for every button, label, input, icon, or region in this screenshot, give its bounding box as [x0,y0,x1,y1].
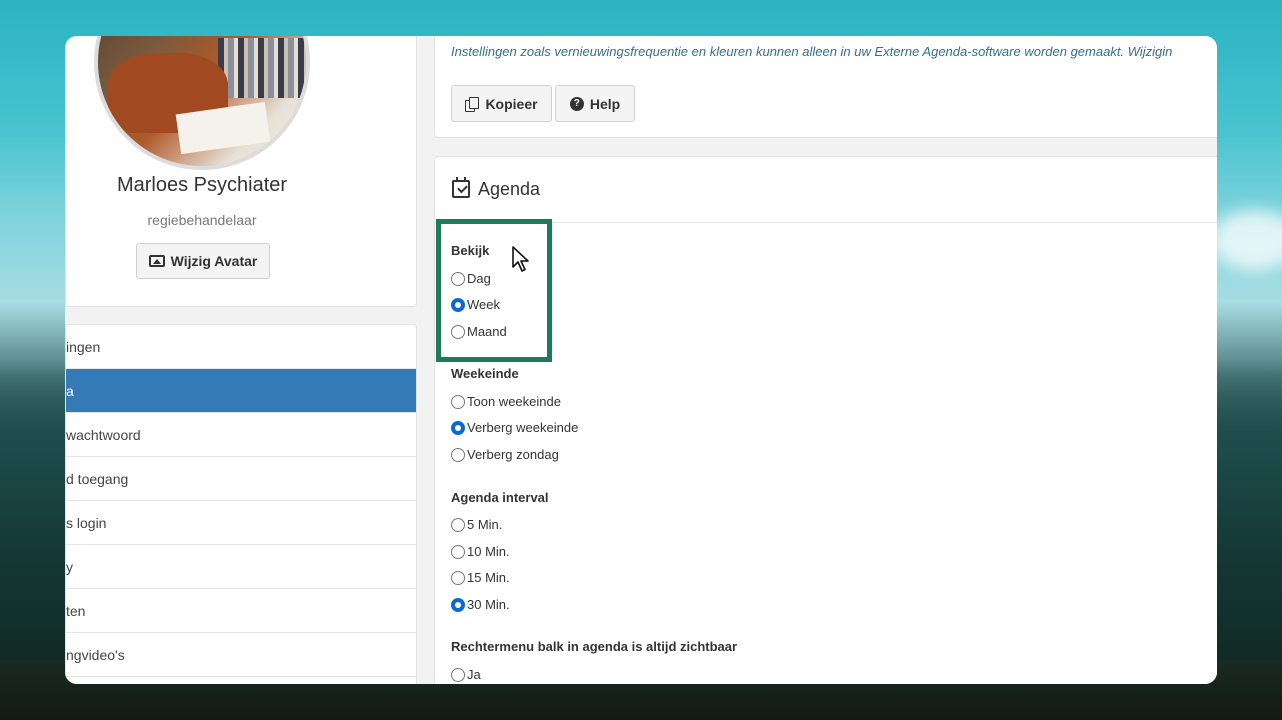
radio-show-weekend[interactable]: Toon weekeinde [451,394,561,409]
external-agenda-panel: Instellingen zoals vernieuwingsfrequenti… [434,36,1217,138]
radio-button[interactable] [451,667,465,682]
radio-label: Dag [467,271,491,286]
radio-view-week[interactable]: Week [451,297,500,312]
nav-item-label: y [66,558,73,575]
interval-group-label: Agenda interval [451,490,549,505]
calendar-check-icon [452,176,470,198]
radio-button[interactable] [451,297,465,312]
radio-button[interactable] [451,517,465,532]
copy-icon [465,96,480,112]
avatar [94,36,310,170]
profile-role: regiebehandelaar [147,212,257,228]
info-text: Instellingen zoals vernieuwingsfrequenti… [451,44,1173,59]
radio-view-day[interactable]: Dag [451,271,491,286]
nav-item-label: ten [66,602,86,619]
nav-item-6[interactable]: ten [66,589,416,633]
nav-item-0[interactable]: ingen [66,325,416,369]
radio-label: 10 Min. [467,544,510,559]
radio-button[interactable] [451,324,465,339]
right-menu-group-label: Rechtermenu balk in agenda is altijd zic… [451,639,738,654]
weekend-group-label: Weekeinde [451,366,519,381]
nav-item-label: ngvideo's [66,646,125,663]
radio-label: Ja [467,667,481,682]
radio-interval-5[interactable]: 5 Min. [451,517,502,532]
radio-button[interactable] [451,544,465,559]
nav-item-login[interactable]: s login [66,501,416,545]
nav-item-access[interactable]: d toegang [66,457,416,501]
radio-button[interactable] [451,420,465,435]
radio-button[interactable] [451,447,465,462]
radio-hide-sunday[interactable]: Verberg zondag [451,447,559,462]
question-circle-icon: ? [569,96,584,111]
radio-interval-10[interactable]: 10 Min. [451,544,510,559]
copy-button[interactable]: Kopieer [451,85,552,122]
nav-item-label: wachtwoord [66,426,141,443]
profile-panel: Marloes Psychiater regiebehandelaar Wijz… [65,36,417,307]
app-window: Marloes Psychiater regiebehandelaar Wijz… [65,36,1217,684]
agenda-title: Agenda [478,179,541,199]
nav-item-label: s login [66,514,107,531]
nav-item-password[interactable]: wachtwoord [66,413,416,457]
nav-item-agenda[interactable]: a [66,369,416,413]
radio-label: Week [467,297,500,312]
background-cloud [1210,210,1282,270]
agenda-settings-panel: Agenda Bekijk Dag Week Maand Weekeinde T… [434,156,1217,684]
change-avatar-button[interactable]: Wijzig Avatar [136,243,270,279]
image-icon [148,255,165,267]
nav-item-label: a [66,382,74,399]
nav-item-label: d toegang [66,470,129,487]
settings-nav: ingen a wachtwoord d toegang s login y t… [65,324,417,684]
agenda-header: Agenda [435,157,1217,223]
radio-label: 30 Min. [467,597,510,612]
nav-item-videos[interactable]: ngvideo's [66,633,416,677]
profile-name: Marloes Psychiater [116,174,288,196]
radio-label: 15 Min. [467,570,510,585]
mouse-cursor-icon [512,246,529,272]
radio-interval-30[interactable]: 30 Min. [451,597,510,612]
change-avatar-label: Wijzig Avatar [170,253,258,269]
help-button-label: Help [589,95,621,112]
radio-label: Verberg zondag [467,447,559,462]
radio-view-month[interactable]: Maand [451,324,507,339]
radio-label: 5 Min. [467,517,503,532]
radio-button[interactable] [451,570,465,585]
help-button[interactable]: ? Help [555,85,635,122]
radio-interval-15[interactable]: 15 Min. [451,570,510,585]
radio-label: Toon weekeinde [467,394,561,409]
copy-button-label: Kopieer [485,95,538,112]
radio-label: Verberg weekeinde [467,420,579,435]
radio-hide-weekend[interactable]: Verberg weekeinde [451,420,578,435]
radio-button[interactable] [451,271,465,286]
nav-item-5[interactable]: y [66,545,416,589]
radio-button[interactable] [451,597,465,612]
radio-label: Maand [467,324,507,339]
highlight-box [436,219,552,362]
view-group-label: Bekijk [451,243,490,258]
radio-right-menu-yes[interactable]: Ja [451,667,481,682]
radio-button[interactable] [451,394,465,409]
nav-item-label: ingen [66,338,101,355]
